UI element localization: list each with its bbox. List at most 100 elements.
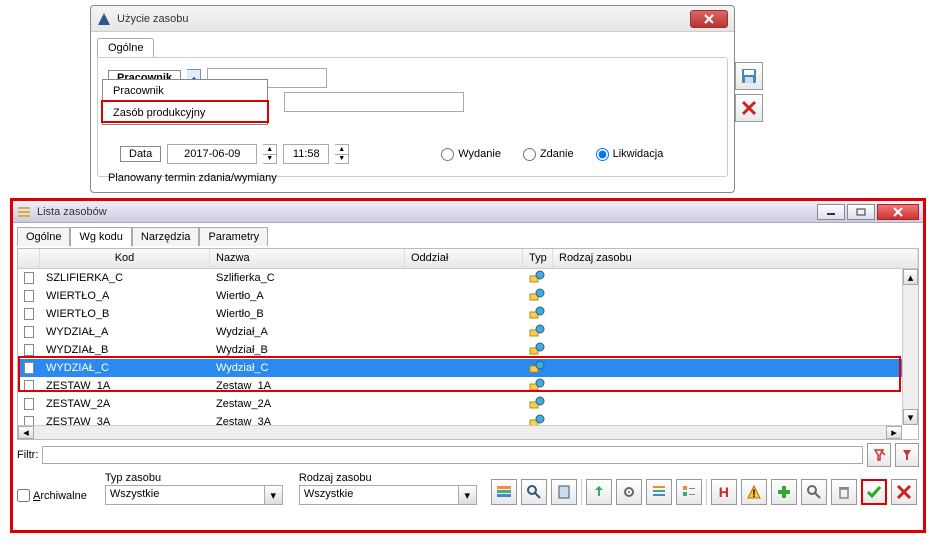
tab-wg-kodu[interactable]: Wg kodu bbox=[70, 227, 131, 247]
tabstrip: Ogólne Wg kodu Narzędzia Parametry bbox=[17, 227, 919, 246]
field-dropdown-menu: Pracownik Zasób produkcyjny bbox=[102, 79, 268, 125]
cell-rodzaj bbox=[553, 331, 918, 333]
time-input[interactable] bbox=[283, 144, 329, 164]
type-combo-arrow[interactable]: ▾ bbox=[265, 485, 283, 505]
scroll-left-icon[interactable]: ◂ bbox=[18, 426, 34, 439]
tab-narzedzia[interactable]: Narzędzia bbox=[132, 227, 200, 246]
row-checkbox[interactable] bbox=[18, 289, 40, 303]
delete-button[interactable] bbox=[831, 479, 857, 505]
dialog-body: Ogólne Pracownik Data ▲▼ ▲▼ Wydanie Zdan… bbox=[91, 32, 734, 192]
type-filter-group: Typ zasobu Wszystkie ▾ bbox=[105, 472, 283, 505]
tool1-button[interactable] bbox=[551, 479, 577, 505]
col-typ[interactable]: Typ bbox=[523, 249, 553, 268]
tab-general[interactable]: Ogólne bbox=[97, 38, 154, 57]
row-checkbox[interactable] bbox=[18, 271, 40, 285]
warning-button[interactable]: ! bbox=[741, 479, 767, 505]
zoom-button[interactable] bbox=[521, 479, 547, 505]
table-row[interactable]: WIERTŁO_AWiertło_A bbox=[18, 287, 918, 305]
maximize-button[interactable] bbox=[847, 204, 875, 220]
toolbar: Archiwalne Typ zasobu Wszystkie ▾ Rodzaj… bbox=[17, 470, 919, 507]
table-row[interactable]: WYDZIAŁ_BWydział_B bbox=[18, 341, 918, 359]
date-spinner[interactable]: ▲▼ bbox=[263, 144, 277, 164]
filter-apply-button[interactable] bbox=[895, 443, 919, 467]
cell-oddzial bbox=[405, 277, 523, 279]
dropdown-item-pracownik[interactable]: Pracownik bbox=[103, 80, 267, 102]
cell-kod: WYDZIAŁ_C bbox=[40, 361, 210, 375]
col-rodzaj[interactable]: Rodzaj zasobu bbox=[553, 249, 918, 268]
cell-typ-icon bbox=[523, 287, 553, 306]
row-checkbox[interactable] bbox=[18, 343, 40, 357]
cell-kod: WIERTŁO_B bbox=[40, 307, 210, 321]
row-checkbox[interactable] bbox=[18, 397, 40, 411]
filter-input[interactable] bbox=[42, 446, 863, 464]
cell-rodzaj bbox=[553, 295, 918, 297]
filter-edit-button[interactable] bbox=[867, 443, 891, 467]
cell-rodzaj bbox=[553, 313, 918, 315]
cancel-button[interactable] bbox=[735, 94, 763, 122]
horizontal-scrollbar[interactable]: ◂ ▸ bbox=[18, 425, 902, 439]
cell-nazwa: Wiertło_B bbox=[210, 307, 405, 321]
cell-kod: ZESTAW_1A bbox=[40, 379, 210, 393]
close-button[interactable] bbox=[690, 10, 728, 28]
preview-button[interactable] bbox=[801, 479, 827, 505]
ok-button[interactable] bbox=[861, 479, 887, 505]
date-input[interactable] bbox=[167, 144, 257, 164]
cell-rodzaj bbox=[553, 349, 918, 351]
tab-parametry[interactable]: Parametry bbox=[199, 227, 268, 246]
scroll-down-icon[interactable]: ▾ bbox=[903, 409, 918, 425]
cell-kod: WYDZIAŁ_A bbox=[40, 325, 210, 339]
close-button[interactable] bbox=[877, 204, 919, 220]
resource-usage-dialog: Użycie zasobu Ogólne Pracownik Data ▲▼ ▲… bbox=[90, 5, 735, 193]
export-button[interactable] bbox=[586, 479, 612, 505]
list1-button[interactable] bbox=[646, 479, 672, 505]
row-checkbox[interactable] bbox=[18, 379, 40, 393]
tabstrip: Ogólne bbox=[97, 38, 728, 57]
columns-button[interactable] bbox=[491, 479, 517, 505]
table-row[interactable]: SZLIFIERKA_CSzlifierka_C bbox=[18, 269, 918, 287]
cell-typ-icon bbox=[523, 305, 553, 324]
table-row[interactable]: ZESTAW_2AZestaw_2A bbox=[18, 395, 918, 413]
cell-oddzial bbox=[405, 385, 523, 387]
add-button[interactable] bbox=[771, 479, 797, 505]
close-list-button[interactable] bbox=[891, 479, 917, 505]
settings-button[interactable] bbox=[616, 479, 642, 505]
scroll-right-icon[interactable]: ▸ bbox=[886, 426, 902, 439]
cell-nazwa: Wiertło_A bbox=[210, 289, 405, 303]
save-button[interactable] bbox=[735, 62, 763, 90]
vertical-scrollbar[interactable]: ▴ ▾ bbox=[902, 269, 918, 425]
table-row[interactable]: WYDZIAŁ_CWydział_C bbox=[18, 359, 918, 377]
radio-wydanie[interactable]: Wydanie bbox=[441, 148, 501, 161]
col-oddzial[interactable]: Oddział bbox=[405, 249, 523, 268]
table-row[interactable]: ZESTAW_1AZestaw_1A bbox=[18, 377, 918, 395]
cell-oddzial bbox=[405, 403, 523, 405]
col-kod[interactable]: Kod bbox=[40, 249, 210, 268]
history-button[interactable]: H bbox=[711, 479, 737, 505]
cell-oddzial bbox=[405, 313, 523, 315]
kind-combo-arrow[interactable]: ▾ bbox=[459, 485, 477, 505]
cell-oddzial bbox=[405, 295, 523, 297]
dropdown-item-zasob[interactable]: Zasób produkcyjny bbox=[103, 102, 267, 124]
date-button[interactable]: Data bbox=[120, 146, 161, 162]
row-checkbox[interactable] bbox=[18, 325, 40, 339]
radio-likwidacja[interactable]: Likwidacja bbox=[596, 148, 664, 161]
cell-oddzial bbox=[405, 367, 523, 369]
employee-name-input[interactable] bbox=[284, 92, 464, 112]
type-combo[interactable]: Wszystkie bbox=[105, 485, 265, 505]
cell-nazwa: Szlifierka_C bbox=[210, 271, 405, 285]
cell-rodzaj bbox=[553, 403, 918, 405]
tab-ogolne[interactable]: Ogólne bbox=[17, 227, 70, 246]
archive-checkbox[interactable]: Archiwalne bbox=[17, 489, 87, 502]
row-checkbox[interactable] bbox=[18, 307, 40, 321]
table-row[interactable]: WIERTŁO_BWiertło_B bbox=[18, 305, 918, 323]
cell-nazwa: Wydział_B bbox=[210, 343, 405, 357]
col-nazwa[interactable]: Nazwa bbox=[210, 249, 405, 268]
time-spinner[interactable]: ▲▼ bbox=[335, 144, 349, 164]
table-row[interactable]: WYDZIAŁ_AWydział_A bbox=[18, 323, 918, 341]
row-checkbox[interactable] bbox=[18, 361, 40, 375]
list-body: Ogólne Wg kodu Narzędzia Parametry Kod N… bbox=[13, 223, 923, 511]
minimize-button[interactable] bbox=[817, 204, 845, 220]
kind-combo[interactable]: Wszystkie bbox=[299, 485, 459, 505]
list2-button[interactable] bbox=[676, 479, 702, 505]
scroll-up-icon[interactable]: ▴ bbox=[903, 269, 918, 285]
radio-zdanie[interactable]: Zdanie bbox=[523, 148, 574, 161]
